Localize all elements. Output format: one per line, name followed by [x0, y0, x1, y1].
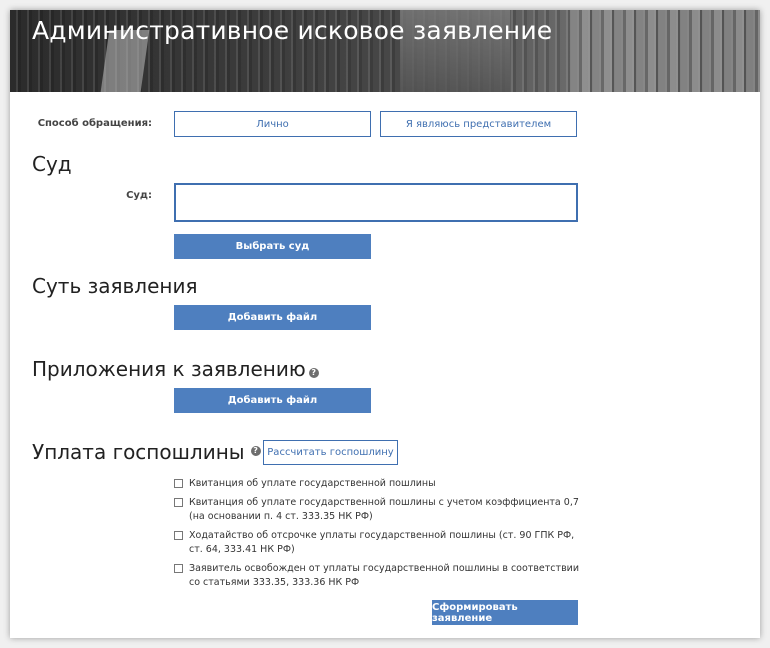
fee-option-receipt[interactable]: Квитанция об уплате государственной пошл… — [174, 477, 584, 491]
attachments-add-file-button[interactable]: Добавить файл — [174, 388, 371, 413]
essence-add-file-button[interactable]: Добавить файл — [174, 305, 371, 330]
header-banner: Административное исковое заявление — [10, 10, 760, 92]
fee-option-receipt-coefficient[interactable]: Квитанция об уплате государственной пошл… — [174, 496, 584, 524]
question-circle-icon[interactable]: ? — [308, 367, 319, 378]
court-input[interactable] — [174, 183, 578, 222]
calculate-fee-button[interactable]: Рассчитать госпошлину — [263, 440, 398, 465]
fee-option-exempt[interactable]: Заявитель освобожден от уплаты государст… — [174, 562, 584, 590]
fee-option-deferral[interactable]: Ходатайство об отсрочке уплаты государст… — [174, 529, 584, 557]
court-heading: Суд — [32, 152, 72, 176]
checkbox[interactable] — [174, 498, 183, 507]
form-card: Административное исковое заявление Спосо… — [10, 10, 760, 638]
attachments-heading: Приложения к заявлению? — [32, 357, 319, 381]
court-field-label: Суд: — [126, 190, 152, 201]
page-title: Административное исковое заявление — [32, 16, 553, 45]
generate-application-button[interactable]: Сформировать заявление — [432, 600, 578, 625]
question-circle-icon[interactable]: ? — [250, 445, 261, 456]
checkbox[interactable] — [174, 564, 183, 573]
method-in-person-button[interactable]: Лично — [174, 111, 371, 137]
checkbox[interactable] — [174, 531, 183, 540]
fee-heading: Уплата госпошлины? — [32, 440, 261, 464]
essence-heading: Суть заявления — [32, 274, 198, 298]
checkbox[interactable] — [174, 479, 183, 488]
fee-heading-text: Уплата госпошлины — [32, 440, 245, 464]
attachments-heading-text: Приложения к заявлению — [32, 357, 306, 381]
method-label: Способ обращения: — [37, 118, 152, 129]
select-court-button[interactable]: Выбрать суд — [174, 234, 371, 259]
method-representative-button[interactable]: Я являюсь представителем — [380, 111, 577, 137]
